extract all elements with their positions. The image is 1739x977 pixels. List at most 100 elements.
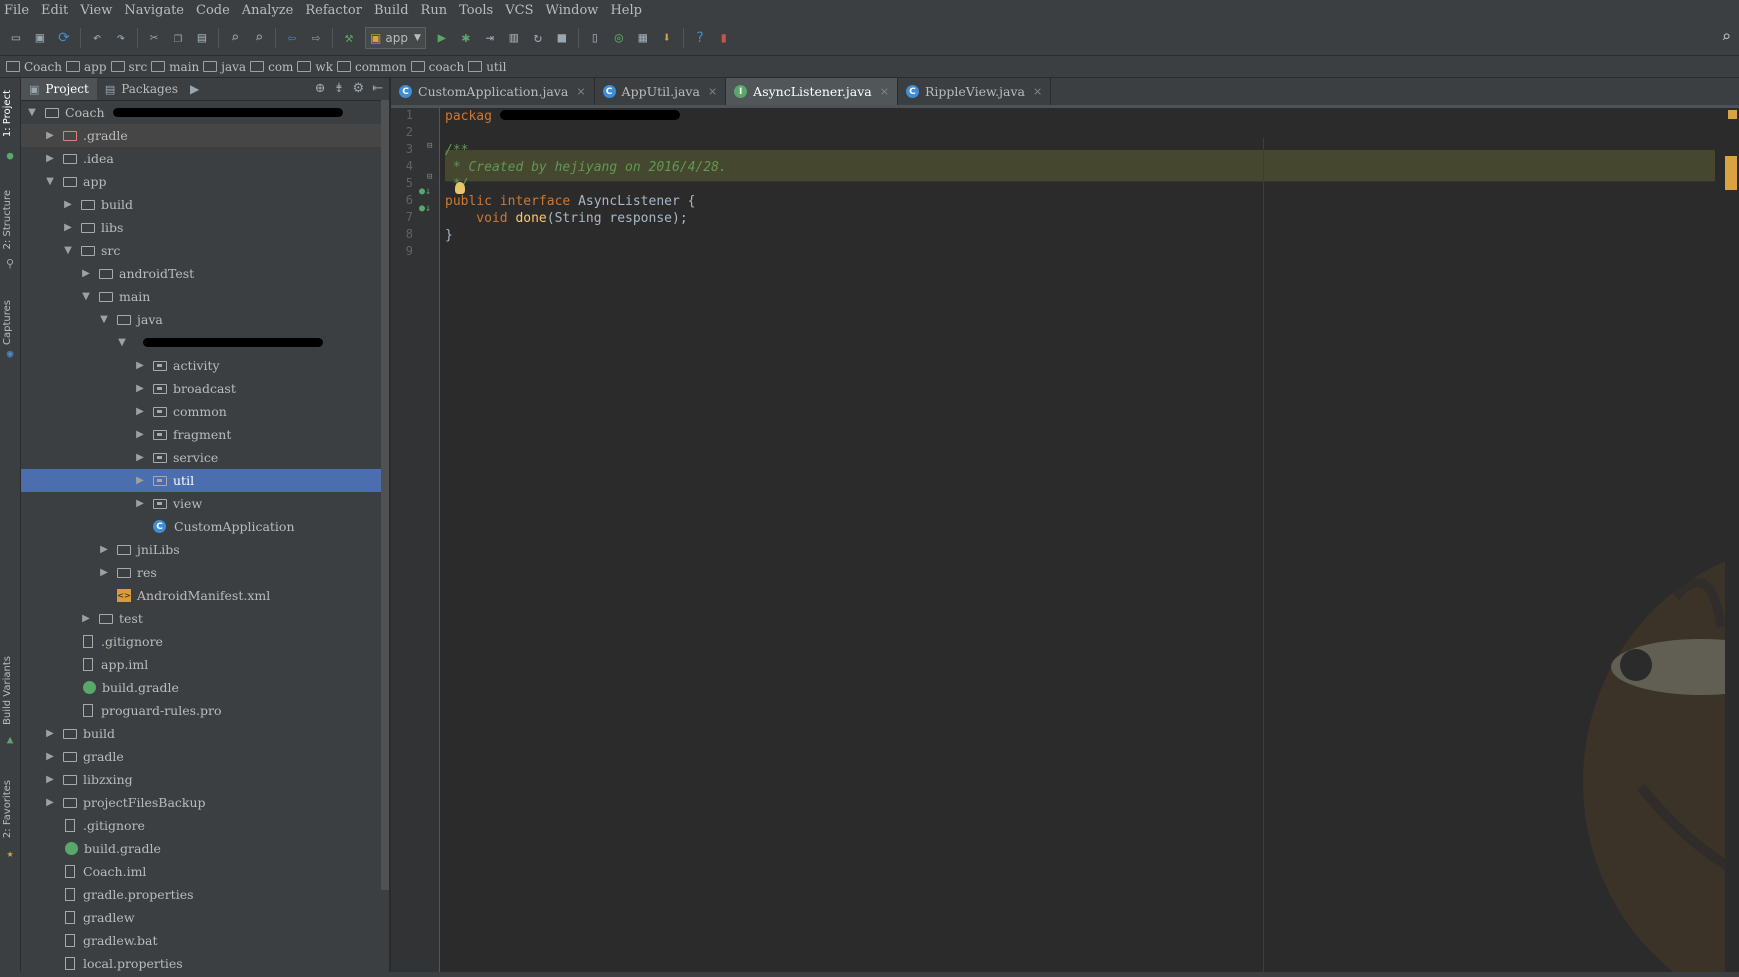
- tool-window-favorites[interactable]: 2: Favorites: [2, 780, 13, 838]
- replace-icon[interactable]: ⌕: [248, 27, 270, 49]
- collapsed-arrow-icon[interactable]: ▶: [43, 153, 57, 164]
- fold-icon[interactable]: ⊟: [427, 141, 432, 151]
- sync-gradle-icon[interactable]: ◎: [608, 27, 630, 49]
- breadcrumb-item-common[interactable]: common: [335, 60, 407, 74]
- expanded-arrow-icon[interactable]: ▼: [97, 314, 111, 325]
- tree-gradle-dir[interactable]: ▶ .gradle: [21, 124, 389, 147]
- tree-manifest[interactable]: ▶<>AndroidManifest.xml: [21, 584, 389, 607]
- menu-analyze[interactable]: Analyze: [236, 3, 300, 18]
- tree-jnilibs[interactable]: ▶ jniLibs: [21, 538, 389, 561]
- editor-tab-rippleview-java[interactable]: C RippleView.java ×: [898, 78, 1052, 105]
- collapsed-arrow-icon[interactable]: ▶: [133, 475, 147, 486]
- close-icon[interactable]: ×: [1033, 85, 1042, 98]
- tree-common[interactable]: ▶ common: [21, 400, 389, 423]
- expanded-arrow-icon[interactable]: ▼: [61, 245, 75, 256]
- scroll-from-source-icon[interactable]: ⊕: [315, 81, 326, 96]
- tree-broadcast[interactable]: ▶ broadcast: [21, 377, 389, 400]
- project-structure-icon[interactable]: ▦: [632, 27, 654, 49]
- tool-window-project[interactable]: 1: Project: [2, 90, 13, 137]
- back-icon[interactable]: ⇦: [281, 27, 303, 49]
- expanded-arrow-icon[interactable]: ▼: [25, 107, 39, 118]
- make-project-icon[interactable]: ⚒: [338, 27, 360, 49]
- profile-icon[interactable]: ↻: [527, 27, 549, 49]
- tree-customapplication[interactable]: ▶CCustomApplication: [21, 515, 389, 538]
- more-tabs-icon[interactable]: ▶: [190, 82, 199, 96]
- find-icon[interactable]: ⌕: [224, 27, 246, 49]
- coverage-icon[interactable]: ▥: [503, 27, 525, 49]
- collapsed-arrow-icon[interactable]: ▶: [61, 199, 75, 210]
- tree-app-gitignore[interactable]: ▶.gitignore: [21, 630, 389, 653]
- tree-libs[interactable]: ▶ libs: [21, 216, 389, 239]
- tool-window-build-variants[interactable]: Build Variants: [2, 656, 13, 725]
- redo-icon[interactable]: ↷: [110, 27, 132, 49]
- breadcrumb-item-src[interactable]: src: [109, 60, 147, 74]
- breadcrumb-item-util[interactable]: util: [466, 60, 506, 74]
- sync-icon[interactable]: ⟳: [53, 27, 75, 49]
- cut-icon[interactable]: ✂: [143, 27, 165, 49]
- close-icon[interactable]: ×: [880, 85, 889, 98]
- tree-package-redacted[interactable]: ▼: [21, 331, 389, 354]
- breadcrumb-item-coach[interactable]: Coach: [4, 60, 62, 74]
- editor-tab-asynclistener-java[interactable]: I AsyncListener.java ×: [726, 78, 898, 105]
- menu-edit[interactable]: Edit: [35, 3, 74, 18]
- tree-util[interactable]: ▶ util: [21, 469, 389, 492]
- help-icon[interactable]: ?: [689, 27, 711, 49]
- collapsed-arrow-icon[interactable]: ▶: [61, 222, 75, 233]
- tab-packages[interactable]: ▤ Packages: [97, 78, 186, 100]
- tree-app[interactable]: ▼ app: [21, 170, 389, 193]
- tab-project[interactable]: ▣ Project: [21, 78, 97, 100]
- collapsed-arrow-icon[interactable]: ▶: [43, 774, 57, 785]
- menu-window[interactable]: Window: [539, 3, 604, 18]
- breadcrumb-item-com[interactable]: com: [248, 60, 293, 74]
- tree-gitignore[interactable]: ▶.gitignore: [21, 814, 389, 837]
- collapsed-arrow-icon[interactable]: ▶: [43, 751, 57, 762]
- project-tree-scrollbar[interactable]: [381, 100, 389, 890]
- open-folder-icon[interactable]: ▭: [5, 27, 27, 49]
- breadcrumb-item-coach[interactable]: coach: [409, 60, 464, 74]
- close-icon[interactable]: ×: [576, 85, 585, 98]
- expanded-arrow-icon[interactable]: ▼: [43, 176, 57, 187]
- menu-build[interactable]: Build: [368, 3, 415, 18]
- save-all-icon[interactable]: ▣: [29, 27, 51, 49]
- tree-activity[interactable]: ▶ activity: [21, 354, 389, 377]
- collapsed-arrow-icon[interactable]: ▶: [79, 268, 93, 279]
- tree-gradle[interactable]: ▶ gradle: [21, 745, 389, 768]
- menu-help[interactable]: Help: [604, 3, 648, 18]
- collapsed-arrow-icon[interactable]: ▶: [133, 498, 147, 509]
- forward-icon[interactable]: ⇨: [305, 27, 327, 49]
- gear-icon[interactable]: ⚙: [352, 81, 364, 96]
- code-content[interactable]: packag /** * Created by hejiyang on 2016…: [445, 108, 1715, 977]
- editor-error-stripe[interactable]: [1725, 108, 1739, 977]
- run-icon[interactable]: ▶: [431, 27, 453, 49]
- tree-coach-iml[interactable]: ▶Coach.iml: [21, 860, 389, 883]
- tree-app-buildgradle[interactable]: ▶build.gradle: [21, 676, 389, 699]
- debug-icon[interactable]: ✱: [455, 27, 477, 49]
- collapsed-arrow-icon[interactable]: ▶: [97, 567, 111, 578]
- attach-debugger-icon[interactable]: ⇥: [479, 27, 501, 49]
- menu-code[interactable]: Code: [190, 3, 236, 18]
- breadcrumb-item-wk[interactable]: wk: [295, 60, 333, 74]
- editor-tab-apputil-java[interactable]: C AppUtil.java ×: [595, 78, 727, 105]
- tree-androidtest[interactable]: ▶ androidTest: [21, 262, 389, 285]
- copy-icon[interactable]: ❐: [167, 27, 189, 49]
- menu-navigate[interactable]: Navigate: [118, 3, 190, 18]
- menu-refactor[interactable]: Refactor: [299, 3, 368, 18]
- tree-app-iml[interactable]: ▶app.iml: [21, 653, 389, 676]
- collapsed-arrow-icon[interactable]: ▶: [133, 406, 147, 417]
- tree-root-coach[interactable]: ▼ Coach: [21, 101, 389, 124]
- sdk-manager-icon[interactable]: ⬇: [656, 27, 678, 49]
- tree-fragment[interactable]: ▶ fragment: [21, 423, 389, 446]
- fold-icon[interactable]: ⊟: [427, 172, 432, 182]
- menu-vcs[interactable]: VCS: [499, 3, 539, 18]
- menu-view[interactable]: View: [74, 3, 118, 18]
- warning-marker[interactable]: [1725, 156, 1737, 190]
- expanded-arrow-icon[interactable]: ▼: [79, 291, 93, 302]
- collapse-all-icon[interactable]: ⇟: [334, 81, 345, 96]
- avd-manager-icon[interactable]: ▯: [584, 27, 606, 49]
- menu-tools[interactable]: Tools: [453, 3, 499, 18]
- tree-main[interactable]: ▼ main: [21, 285, 389, 308]
- expanded-arrow-icon[interactable]: ▼: [115, 337, 129, 348]
- collapsed-arrow-icon[interactable]: ▶: [43, 797, 57, 808]
- inspection-status-icon[interactable]: [1728, 110, 1737, 119]
- tree-res[interactable]: ▶ res: [21, 561, 389, 584]
